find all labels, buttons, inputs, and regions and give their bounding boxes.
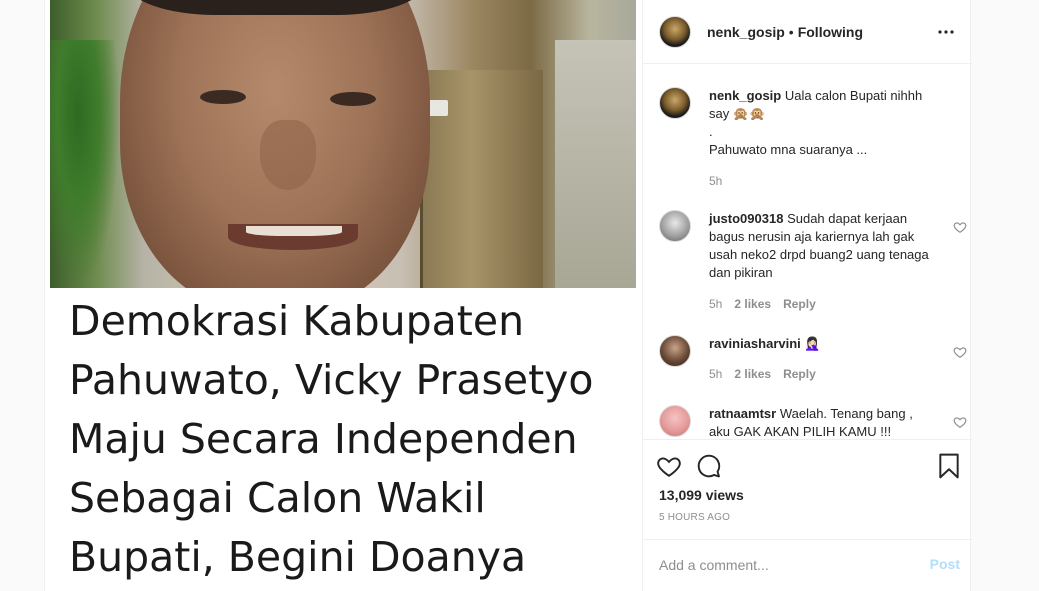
comment-meta: 5h 2 likes Reply xyxy=(709,367,816,381)
comment-body: justo090318 Sudah dapat kerjaan bagus ne… xyxy=(709,210,937,282)
reply-button[interactable]: Reply xyxy=(783,297,816,311)
comment-body: ratnaamtsr Waelah. Tenang bang , aku GAK… xyxy=(709,405,937,439)
page-background-right xyxy=(971,0,1039,591)
caption-time[interactable]: 5h xyxy=(709,174,722,188)
post-header: nenk_gosip • Following xyxy=(643,0,972,64)
comment-item: raviniasharvini 🤦🏻‍♀️ 5h 2 likes Reply xyxy=(659,335,967,395)
person-eye-left xyxy=(200,90,246,104)
person-nose xyxy=(260,120,316,190)
headline-line: Bupati, Begini Doanya xyxy=(69,533,527,581)
reply-button[interactable]: Reply xyxy=(783,367,816,381)
add-comment-form: Post xyxy=(643,539,972,591)
person-teeth xyxy=(246,226,342,236)
avatar[interactable] xyxy=(659,405,691,437)
comment-text: 🤦🏻‍♀️ xyxy=(804,336,821,351)
view-count[interactable]: 13,099 views xyxy=(659,487,744,503)
comments-list[interactable]: nenk_gosip Uala calon Bupati nihhh say 🙊… xyxy=(643,65,972,439)
comment-item: justo090318 Sudah dapat kerjaan bagus ne… xyxy=(659,210,967,320)
comment-meta: 5h 2 likes Reply xyxy=(709,297,816,311)
comment-icon xyxy=(697,454,721,478)
header-username[interactable]: nenk_gosip xyxy=(707,24,785,40)
save-button[interactable] xyxy=(935,452,963,480)
header-separator: • xyxy=(788,23,794,40)
person-eye-right xyxy=(330,92,376,106)
comment-username[interactable]: ratnaamtsr xyxy=(709,406,776,421)
background-wall xyxy=(555,40,636,288)
comment-item: ratnaamtsr Waelah. Tenang bang , aku GAK… xyxy=(659,405,967,439)
headline-line: Sebagai Calon Wakil xyxy=(69,474,486,522)
comment-input[interactable] xyxy=(659,554,919,576)
comment-time[interactable]: 5h xyxy=(709,367,722,381)
post-media[interactable]: Demokrasi Kabupaten Pahuwato, Vicky Pras… xyxy=(45,0,642,591)
comment-time[interactable]: 5h xyxy=(709,297,722,311)
headline-line: Pahuwato, Vicky Prasetyo xyxy=(69,356,594,404)
caption-meta: 5h xyxy=(709,174,722,188)
more-icon xyxy=(938,30,954,34)
following-button[interactable]: Following xyxy=(798,24,863,40)
video-frame[interactable] xyxy=(50,0,636,288)
avatar[interactable] xyxy=(659,87,691,119)
comment-username[interactable]: raviniasharvini xyxy=(709,336,801,351)
bookmark-icon xyxy=(939,453,959,479)
avatar[interactable] xyxy=(659,15,691,48)
comment-like-icon[interactable] xyxy=(953,220,967,234)
post-side-panel: nenk_gosip • Following nenk_gosip Uala c… xyxy=(642,0,972,591)
post-modal: Demokrasi Kabupaten Pahuwato, Vicky Pras… xyxy=(44,0,972,591)
caption-body: nenk_gosip Uala calon Bupati nihhh say 🙊… xyxy=(709,87,937,159)
background-plant xyxy=(50,40,120,288)
caption-text: Pahuwato mna suaranya ... xyxy=(709,142,868,157)
comment-like-icon[interactable] xyxy=(953,345,967,359)
comment-likes[interactable]: 2 likes xyxy=(734,297,771,311)
heart-icon xyxy=(657,457,681,477)
headline-line: Maju Secara Independen xyxy=(69,415,578,463)
post-actions: 13,099 views 5 HOURS AGO xyxy=(643,439,972,539)
caption: nenk_gosip Uala calon Bupati nihhh say 🙊… xyxy=(659,87,959,197)
comment-username[interactable]: justo090318 xyxy=(709,211,783,226)
caption-username[interactable]: nenk_gosip xyxy=(709,88,781,103)
comment-body: raviniasharvini 🤦🏻‍♀️ xyxy=(709,335,937,353)
media-headline: Demokrasi Kabupaten Pahuwato, Vicky Pras… xyxy=(69,292,635,587)
comment-like-icon[interactable] xyxy=(953,415,967,429)
post-timestamp[interactable]: 5 HOURS AGO xyxy=(659,512,730,523)
avatar[interactable] xyxy=(659,210,691,242)
headline-line: Demokrasi Kabupaten xyxy=(69,297,525,345)
post-comment-button[interactable]: Post xyxy=(930,556,960,572)
comment-likes[interactable]: 2 likes xyxy=(734,367,771,381)
avatar[interactable] xyxy=(659,335,691,367)
more-options-button[interactable] xyxy=(936,22,956,42)
comment-button[interactable] xyxy=(695,452,723,480)
like-button[interactable] xyxy=(655,452,683,480)
page-background-left xyxy=(0,0,44,591)
caption-text: . xyxy=(709,124,713,139)
